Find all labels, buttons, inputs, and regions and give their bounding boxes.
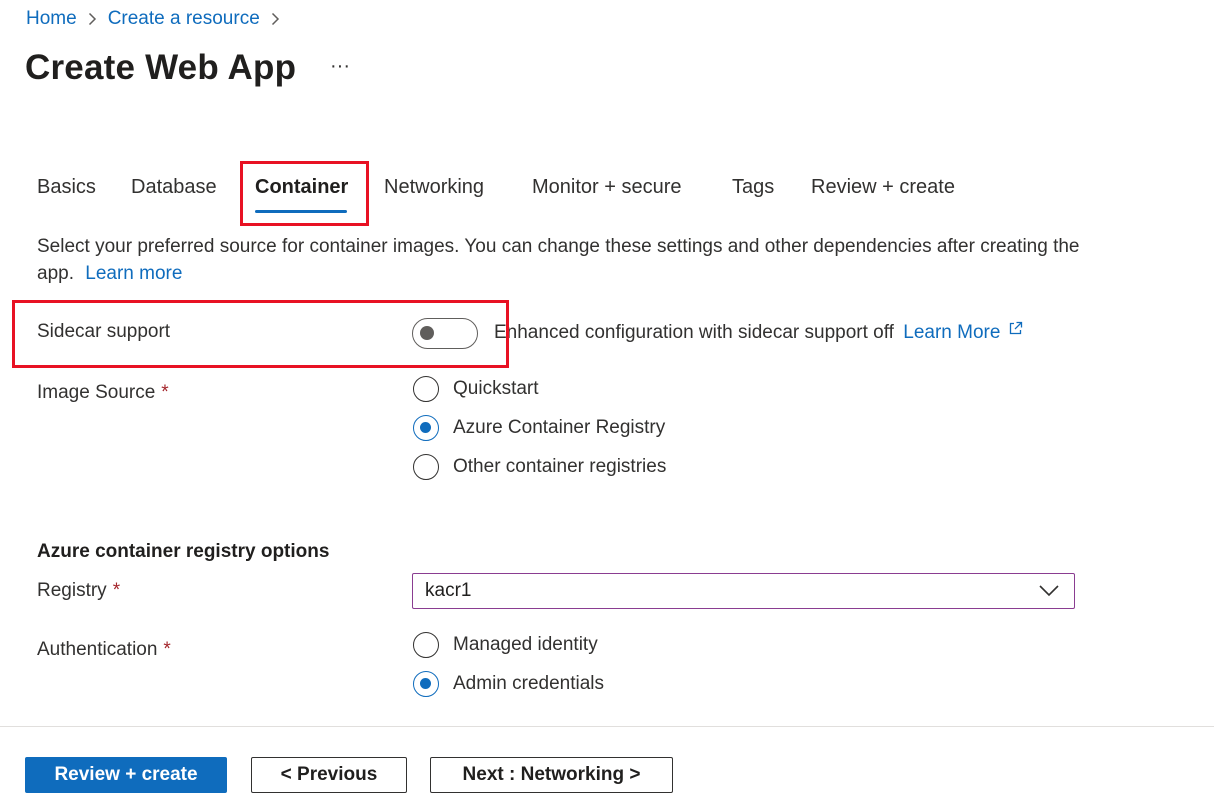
registry-dropdown[interactable]: kacr1 (412, 573, 1075, 609)
registry-label-text: Registry (37, 580, 107, 601)
chevron-right-icon (271, 12, 280, 26)
breadcrumb-create-resource-link[interactable]: Create a resource (108, 8, 260, 30)
toggle-knob (420, 326, 434, 340)
tab-basics[interactable]: Basics (37, 176, 96, 199)
previous-button[interactable]: < Previous (251, 757, 407, 793)
authentication-label-text: Authentication (37, 639, 158, 660)
sidecar-support-toggle[interactable] (412, 318, 478, 349)
image-source-label: Image Source * (37, 382, 169, 404)
acr-options-heading: Azure container registry options (37, 541, 330, 562)
tab-monitor-secure[interactable]: Monitor + secure (532, 176, 682, 199)
radio-button-selected[interactable] (413, 671, 439, 697)
auth-option-managed-identity[interactable]: Managed identity (413, 632, 598, 658)
registry-label: Registry * (37, 580, 120, 602)
tab-container[interactable]: Container (255, 176, 348, 199)
tab-tags[interactable]: Tags (732, 176, 774, 199)
image-source-label-text: Image Source (37, 382, 156, 403)
required-marker: * (112, 580, 121, 601)
next-networking-button[interactable]: Next : Networking > (430, 757, 673, 793)
breadcrumb: Home Create a resource (26, 8, 291, 30)
description-text: Select your preferred source for contain… (37, 236, 1080, 284)
sidecar-status: Enhanced configuration with sidecar supp… (494, 321, 1023, 344)
required-marker: * (163, 639, 171, 660)
registry-selected-value: kacr1 (425, 580, 472, 601)
radio-label: Managed identity (453, 634, 598, 655)
external-link-icon (1009, 321, 1022, 335)
chevron-down-icon (1039, 585, 1059, 597)
sidecar-status-text: Enhanced configuration with sidecar supp… (494, 322, 894, 343)
footer-divider (0, 726, 1214, 727)
active-tab-indicator (255, 210, 347, 213)
image-source-option-quickstart[interactable]: Quickstart (413, 376, 539, 402)
authentication-label: Authentication * (37, 639, 171, 661)
radio-label: Azure Container Registry (453, 417, 666, 438)
tab-networking[interactable]: Networking (384, 176, 484, 199)
auth-option-admin-credentials[interactable]: Admin credentials (413, 671, 604, 697)
required-marker: * (161, 382, 169, 403)
radio-button[interactable] (413, 632, 439, 658)
tab-database[interactable]: Database (131, 176, 217, 199)
chevron-right-icon (88, 12, 97, 26)
review-create-button[interactable]: Review + create (25, 757, 227, 793)
radio-button[interactable] (413, 376, 439, 402)
more-options-button[interactable]: ··· (326, 56, 354, 84)
sidecar-learn-more-label: Learn More (903, 322, 1001, 343)
learn-more-link[interactable]: Learn more (85, 263, 182, 284)
radio-button[interactable] (413, 454, 439, 480)
radio-label: Quickstart (453, 378, 539, 399)
image-source-option-acr[interactable]: Azure Container Registry (413, 415, 665, 441)
radio-button-selected[interactable] (413, 415, 439, 441)
tab-description: Select your preferred source for contain… (37, 233, 1097, 287)
radio-label: Other container registries (453, 456, 667, 477)
image-source-option-other[interactable]: Other container registries (413, 454, 666, 480)
tab-review-create[interactable]: Review + create (811, 176, 955, 199)
sidecar-support-label: Sidecar support (37, 321, 171, 342)
sidecar-learn-more-link[interactable]: Learn More (903, 321, 1022, 343)
radio-label: Admin credentials (453, 673, 605, 694)
page-title: Create Web App (25, 48, 297, 87)
breadcrumb-home-link[interactable]: Home (26, 8, 77, 30)
